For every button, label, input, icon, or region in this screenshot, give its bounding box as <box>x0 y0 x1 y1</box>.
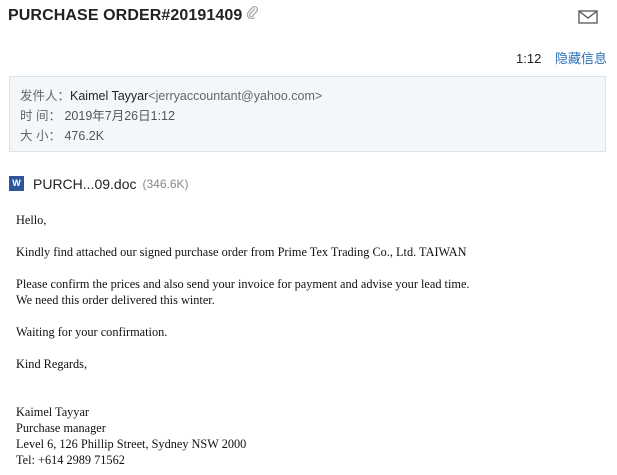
sender-name[interactable]: Kaimel Tayyar <box>70 89 148 103</box>
subject-text: PURCHASE ORDER#20191409 <box>8 7 243 24</box>
sender-line: 发件人：Kaimel Tayyar<jerryaccountant@yahoo.… <box>20 85 322 104</box>
body-closing: Kind Regards, <box>16 357 88 371</box>
email-subject: PURCHASE ORDER#20191409 <box>8 5 259 25</box>
mail-icon[interactable] <box>578 9 598 25</box>
signature-address: Level 6, 126 Phillip Street, Sydney NSW … <box>16 437 247 451</box>
date-line: 时 间： 2019年7月26日1:12 <box>20 105 175 124</box>
signature-tel: Tel: +614 2989 71562 <box>16 453 125 467</box>
word-doc-icon: W <box>9 176 24 192</box>
body-line-3: We need this order delivered this winter… <box>16 293 215 307</box>
body-line-1: Kindly find attached our signed purchase… <box>16 245 467 259</box>
signature-title: Purchase manager <box>16 421 106 435</box>
attachment-name[interactable]: PURCH...09.doc <box>33 176 136 192</box>
email-body: Hello, Kindly find attached our signed p… <box>16 212 606 468</box>
hide-info-link[interactable]: 隐藏信息 <box>555 51 607 66</box>
size-value: 476.2K <box>64 129 105 143</box>
sender-email[interactable]: <jerryaccountant@yahoo.com> <box>148 89 322 103</box>
email-info-box: 发件人：Kaimel Tayyar<jerryaccountant@yahoo.… <box>9 76 606 152</box>
subject-row: PURCHASE ORDER#20191409 <box>8 6 605 30</box>
signature-name: Kaimel Tayyar <box>16 405 90 419</box>
body-line-4: Waiting for your confirmation. <box>16 325 168 339</box>
size-line: 大 小： 476.2K <box>20 125 104 144</box>
attachment-size: (346.6K) <box>142 176 189 191</box>
sender-label: 发件人： <box>20 89 71 103</box>
attachment-row[interactable]: W PURCH...09.doc (346.6K) <box>9 175 189 193</box>
date-value: 2019年7月26日1:12 <box>64 109 175 123</box>
body-greeting: Hello, <box>16 213 47 227</box>
received-time: 1:12 <box>516 51 542 66</box>
paperclip-icon <box>246 5 259 24</box>
size-label: 大 小： <box>20 129 61 143</box>
time-row: 1:12 隐藏信息 <box>516 48 607 67</box>
time-label: 时 间： <box>20 109 61 123</box>
body-line-2: Please confirm the prices and also send … <box>16 277 470 291</box>
